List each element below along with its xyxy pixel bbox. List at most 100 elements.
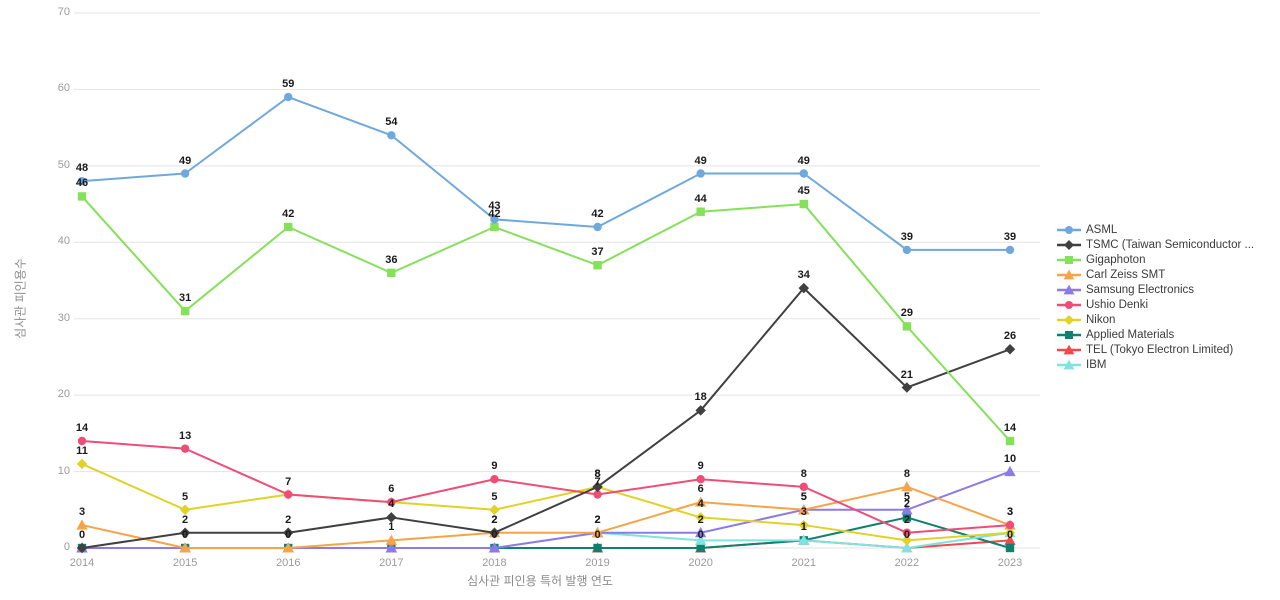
x-axis-tick: 2015 xyxy=(172,557,198,569)
legend-marker-icon xyxy=(1056,328,1082,342)
data-point-marker xyxy=(902,322,912,331)
data-point-marker xyxy=(387,268,396,278)
data-point-marker xyxy=(799,169,808,178)
legend-item[interactable]: Applied Materials xyxy=(1056,327,1280,342)
x-axis-tick: 2018 xyxy=(482,557,507,569)
y-axis-tick: 70 xyxy=(57,6,70,18)
data-point-marker xyxy=(387,131,396,140)
data-point-marker xyxy=(180,306,190,316)
series-line xyxy=(82,539,1011,549)
data-point-marker xyxy=(284,92,293,102)
series-ushio-denki xyxy=(77,436,1015,537)
legend-item[interactable]: Carl Zeiss SMT xyxy=(1056,267,1280,282)
data-point-marker xyxy=(902,513,912,522)
x-axis-tick: 2014 xyxy=(69,557,95,569)
legend-marker-icon xyxy=(1056,358,1082,372)
data-point-marker xyxy=(490,222,499,232)
data-point-marker xyxy=(902,528,912,537)
legend-marker-icon xyxy=(1056,268,1082,282)
legend-marker-icon xyxy=(1056,223,1082,237)
legend-label: Gigaphoton xyxy=(1086,253,1146,266)
data-point-marker xyxy=(284,222,293,232)
data-point-marker xyxy=(179,504,191,516)
legend-label: Ushio Denki xyxy=(1086,298,1148,311)
data-point-marker xyxy=(180,444,190,453)
line-chart-svg xyxy=(74,12,1040,554)
legend-item[interactable]: Samsung Electronics xyxy=(1056,282,1280,297)
y-axis-tick: 20 xyxy=(57,388,70,401)
data-point-marker xyxy=(282,527,294,538)
legend-label: IBM xyxy=(1086,358,1107,371)
y-axis-tick: 10 xyxy=(57,464,70,477)
legend-label: Nikon xyxy=(1086,313,1116,326)
data-point-marker xyxy=(696,207,705,216)
data-point-marker xyxy=(386,512,397,523)
legend-label: TEL (Tokyo Electron Limited) xyxy=(1086,343,1234,356)
data-point-marker xyxy=(799,199,808,209)
chart-legend: ASML TSMC (Taiwan Semiconductor ... Gigaph… xyxy=(1056,222,1280,372)
data-point-marker xyxy=(1005,436,1015,446)
data-point-marker xyxy=(696,169,705,178)
data-point-marker xyxy=(387,497,396,507)
series-tsmc-taiwan-semiconductor xyxy=(76,282,1016,554)
plot-area: 0 10 20 30 40 50 60 70 2014 2015 2016 2017 2018 2019 2… xyxy=(0,0,1040,600)
data-point-marker xyxy=(180,169,190,178)
x-axis-title: 심사관 피인용 특허 발행 연도 xyxy=(467,574,613,588)
legend-label: Samsung Electronics xyxy=(1086,283,1195,296)
data-point-marker xyxy=(1004,344,1016,355)
legend-marker-icon xyxy=(1056,253,1082,267)
data-point-marker xyxy=(489,504,500,516)
y-axis-tick: 60 xyxy=(57,82,70,95)
legend-item[interactable]: Ushio Denki xyxy=(1056,297,1280,312)
data-point-marker xyxy=(490,215,499,224)
x-axis-tick: 2017 xyxy=(379,557,404,569)
data-point-marker xyxy=(490,475,499,484)
data-point-marker xyxy=(76,458,88,470)
legend-item[interactable]: Gigaphoton xyxy=(1056,252,1280,267)
legend-item[interactable]: IBM xyxy=(1056,357,1280,372)
y-axis-tick: 40 xyxy=(57,235,70,248)
x-axis-tick: 2019 xyxy=(585,557,610,569)
legend-label: ASML xyxy=(1086,223,1118,236)
data-point-marker xyxy=(593,543,602,553)
data-point-marker xyxy=(179,527,191,538)
series-tel-tokyo-electron-limited xyxy=(76,534,1016,553)
x-axis-tick: 2020 xyxy=(688,557,713,569)
data-point-marker xyxy=(901,481,913,492)
data-point-marker xyxy=(77,436,87,446)
legend-marker-icon xyxy=(1056,283,1082,297)
legend-marker-icon xyxy=(1056,238,1082,252)
data-point-marker xyxy=(77,192,87,201)
series-carl-zeiss-smt xyxy=(76,481,1016,553)
legend-marker-icon xyxy=(1056,298,1082,312)
x-axis-tick: 2016 xyxy=(275,557,301,569)
data-point-marker xyxy=(593,261,602,270)
legend-item[interactable]: TSMC (Taiwan Semiconductor ... xyxy=(1056,237,1280,252)
x-axis-tick: 2022 xyxy=(894,557,920,569)
x-axis-tick: 2023 xyxy=(997,557,1023,569)
data-point-marker xyxy=(593,222,602,232)
data-point-marker xyxy=(1005,543,1015,553)
data-point-marker xyxy=(696,475,705,484)
y-axis-title: 심사관 피인용수 xyxy=(13,258,28,339)
legend-label: Carl Zeiss SMT xyxy=(1086,268,1166,281)
data-point-marker xyxy=(799,482,808,492)
data-point-marker xyxy=(77,176,87,186)
chart-root: 0 10 20 30 40 50 60 70 2014 2015 2016 2017 2018 2019 2… xyxy=(0,0,1280,600)
data-point-marker xyxy=(902,245,912,255)
legend-item[interactable]: ASML xyxy=(1056,222,1280,237)
series-line xyxy=(81,463,1011,542)
data-point-marker xyxy=(1004,465,1016,477)
series-asml xyxy=(77,92,1015,255)
x-axis-tick: 2021 xyxy=(791,557,816,569)
legend-item[interactable]: Nikon xyxy=(1056,312,1280,327)
data-point-marker xyxy=(696,543,705,553)
data-point-marker xyxy=(1005,245,1015,255)
legend-item[interactable]: TEL (Tokyo Electron Limited) xyxy=(1056,342,1280,357)
legend-marker-icon xyxy=(1056,313,1082,327)
y-axis-tick: 0 xyxy=(63,541,70,553)
data-point-marker xyxy=(695,512,706,523)
data-point-marker xyxy=(1005,520,1015,530)
legend-label: Applied Materials xyxy=(1086,328,1175,341)
series-line xyxy=(81,440,1011,534)
